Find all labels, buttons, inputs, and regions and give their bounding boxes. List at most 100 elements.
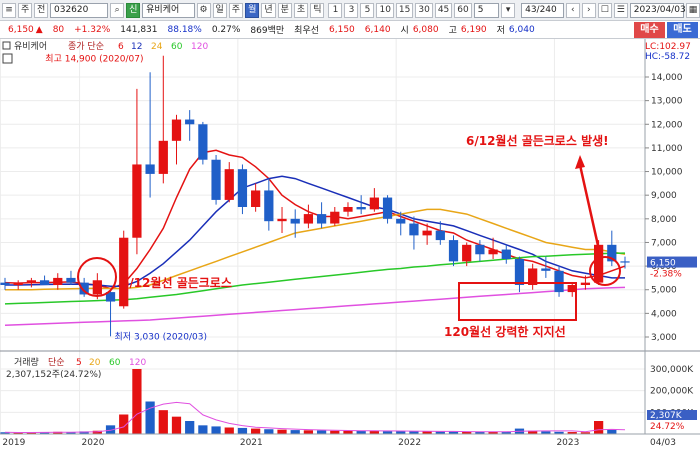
candle-body [264,190,274,222]
period-tab-1[interactable]: 주 [228,2,244,18]
period-tab-0[interactable]: 일 [212,2,227,18]
volume-text: 141,831 [120,24,158,35]
period-tab-5[interactable]: 초 [293,2,309,18]
y-tick-label: 8,000 [651,215,677,225]
minute-tab-15[interactable]: 15 [395,2,414,18]
vol-y-tick-label: 300,000K [650,365,694,375]
lc-label: LC:102.97 [645,42,691,52]
settings-icon[interactable]: ⚙ [196,2,211,18]
x-tick-label: 2021 [240,438,263,448]
minute-tabs: 1 3 5 10 15 30 45 60 [326,2,472,18]
volume-value-text: 2,307,152주(24.72%) [6,369,101,380]
last-price-text: 6,150 [650,259,676,269]
period-tab-3[interactable]: 년 [261,2,276,18]
candle-body [343,207,353,212]
count-field[interactable]: 43/240 [521,2,564,18]
change-pct-text: +1.32% [74,24,111,35]
stock-chart[interactable]: 14,000 13,000 12,000 11,000 10,000 9,000 8,000… [0,39,700,451]
golden-cross-right-text: 6/12월선 골든크로스 발생! [466,133,609,148]
candle-body [92,280,102,295]
minute-tab-1[interactable]: 1 [328,2,343,18]
checkbox-icon[interactable]: ☐ [597,2,612,18]
vol-ma-legend-5: 5 [76,358,82,368]
candle-body [514,259,525,285]
volume-bar [237,427,248,434]
stock-name-field[interactable]: 유비케어 [142,2,195,18]
y-tick-label: 9,000 [651,191,677,201]
minute-tab-5[interactable]: 5 [360,2,375,18]
price-text: 6,150 [8,24,34,35]
candle-body [277,218,287,222]
sub-market-select[interactable]: 전 [34,2,48,18]
last-vol-pct: 24.72% [650,422,685,432]
vol-ma-legend-20: 20 [89,358,101,368]
candle-body [158,140,168,174]
volume-bar [198,425,208,434]
candle-body [330,211,340,224]
candle-body [396,218,406,224]
candle-body [119,237,129,307]
ma-legend-prefix: 종가 단순 [68,41,104,52]
minute-tab-10[interactable]: 10 [376,2,394,18]
last-price-marker: 6,150 -2.38% [647,256,697,280]
vol-ma-legend-120: 120 [129,358,146,368]
y-tick-label: 5,000 [651,286,677,296]
up-arrow-icon: ▲ [35,24,43,35]
last-price-pct: -2.38% [650,270,682,280]
candle-body [541,268,551,271]
volume-bar [185,421,195,434]
menu-icon[interactable]: ≡ [2,2,16,18]
period-tab-2[interactable]: 월 [245,2,260,18]
volume-bar [171,416,182,434]
candle[interactable] [211,155,221,205]
volume-bar [251,428,261,434]
high-label: 고 [448,26,457,36]
list-icon[interactable]: ☰ [613,2,628,18]
chevron-right-icon[interactable]: › [581,2,596,18]
ma-legend-60: 60 [171,42,183,52]
candle[interactable] [119,230,129,309]
toolbar: ≡ 주 전 032620 ⌕ 신 유비케어 ⚙ 일주월년분초틱 1 3 5 10 15 3… [0,0,700,21]
candle-body [185,119,195,125]
candle-body [13,282,23,285]
candle-body [620,261,630,263]
volume-bar [607,429,617,434]
candle[interactable] [198,121,208,165]
ma-legend-12: 12 [131,42,142,52]
open-text: 6,080 [412,24,439,35]
candle-body [356,207,366,210]
golden-cross-left-text: 6/12월선 골든크로스 [121,275,232,290]
prefer-label: 최우선 [294,26,320,36]
chevron-left-icon[interactable]: ‹ [565,2,580,18]
date-field[interactable]: 2023/04/03 [629,2,686,18]
minute-tab-45[interactable]: 45 [434,2,453,18]
minute-tab-30[interactable]: 30 [415,2,433,18]
low-label: 저 [496,26,505,36]
stock-code-input[interactable]: 032620 [50,2,109,18]
buy-button[interactable]: 매수 [634,22,665,38]
calendar-icon[interactable]: ▦ [685,2,700,18]
candle-body [224,169,234,200]
dropdown-icon[interactable]: ▾ [501,2,516,18]
candle-body [66,277,76,283]
minute-tab-60[interactable]: 60 [454,2,472,18]
y-tick-label: 4,000 [651,309,677,319]
open-label: 시 [400,26,409,36]
x-axis: 2019 2020 2021 2022 2023 04/03 [2,438,676,448]
interval-field[interactable]: 5 [473,2,500,18]
volume-bar [303,430,314,434]
candle-body [580,282,591,285]
candle-body [448,240,459,262]
candle-body [409,223,419,236]
volume-bar [224,427,234,434]
magnifier-icon[interactable]: ⌕ [110,2,125,18]
period-tab-4[interactable]: 분 [277,2,292,18]
market-select[interactable]: 주 [18,2,32,18]
volume-bar [145,401,155,434]
x-tick-label: 2022 [398,438,421,448]
sell-button[interactable]: 매도 [667,22,698,38]
candle[interactable] [237,164,248,215]
period-tab-6[interactable]: 틱 [310,2,325,18]
candle-body [251,190,261,207]
minute-tab-3[interactable]: 3 [344,2,359,18]
